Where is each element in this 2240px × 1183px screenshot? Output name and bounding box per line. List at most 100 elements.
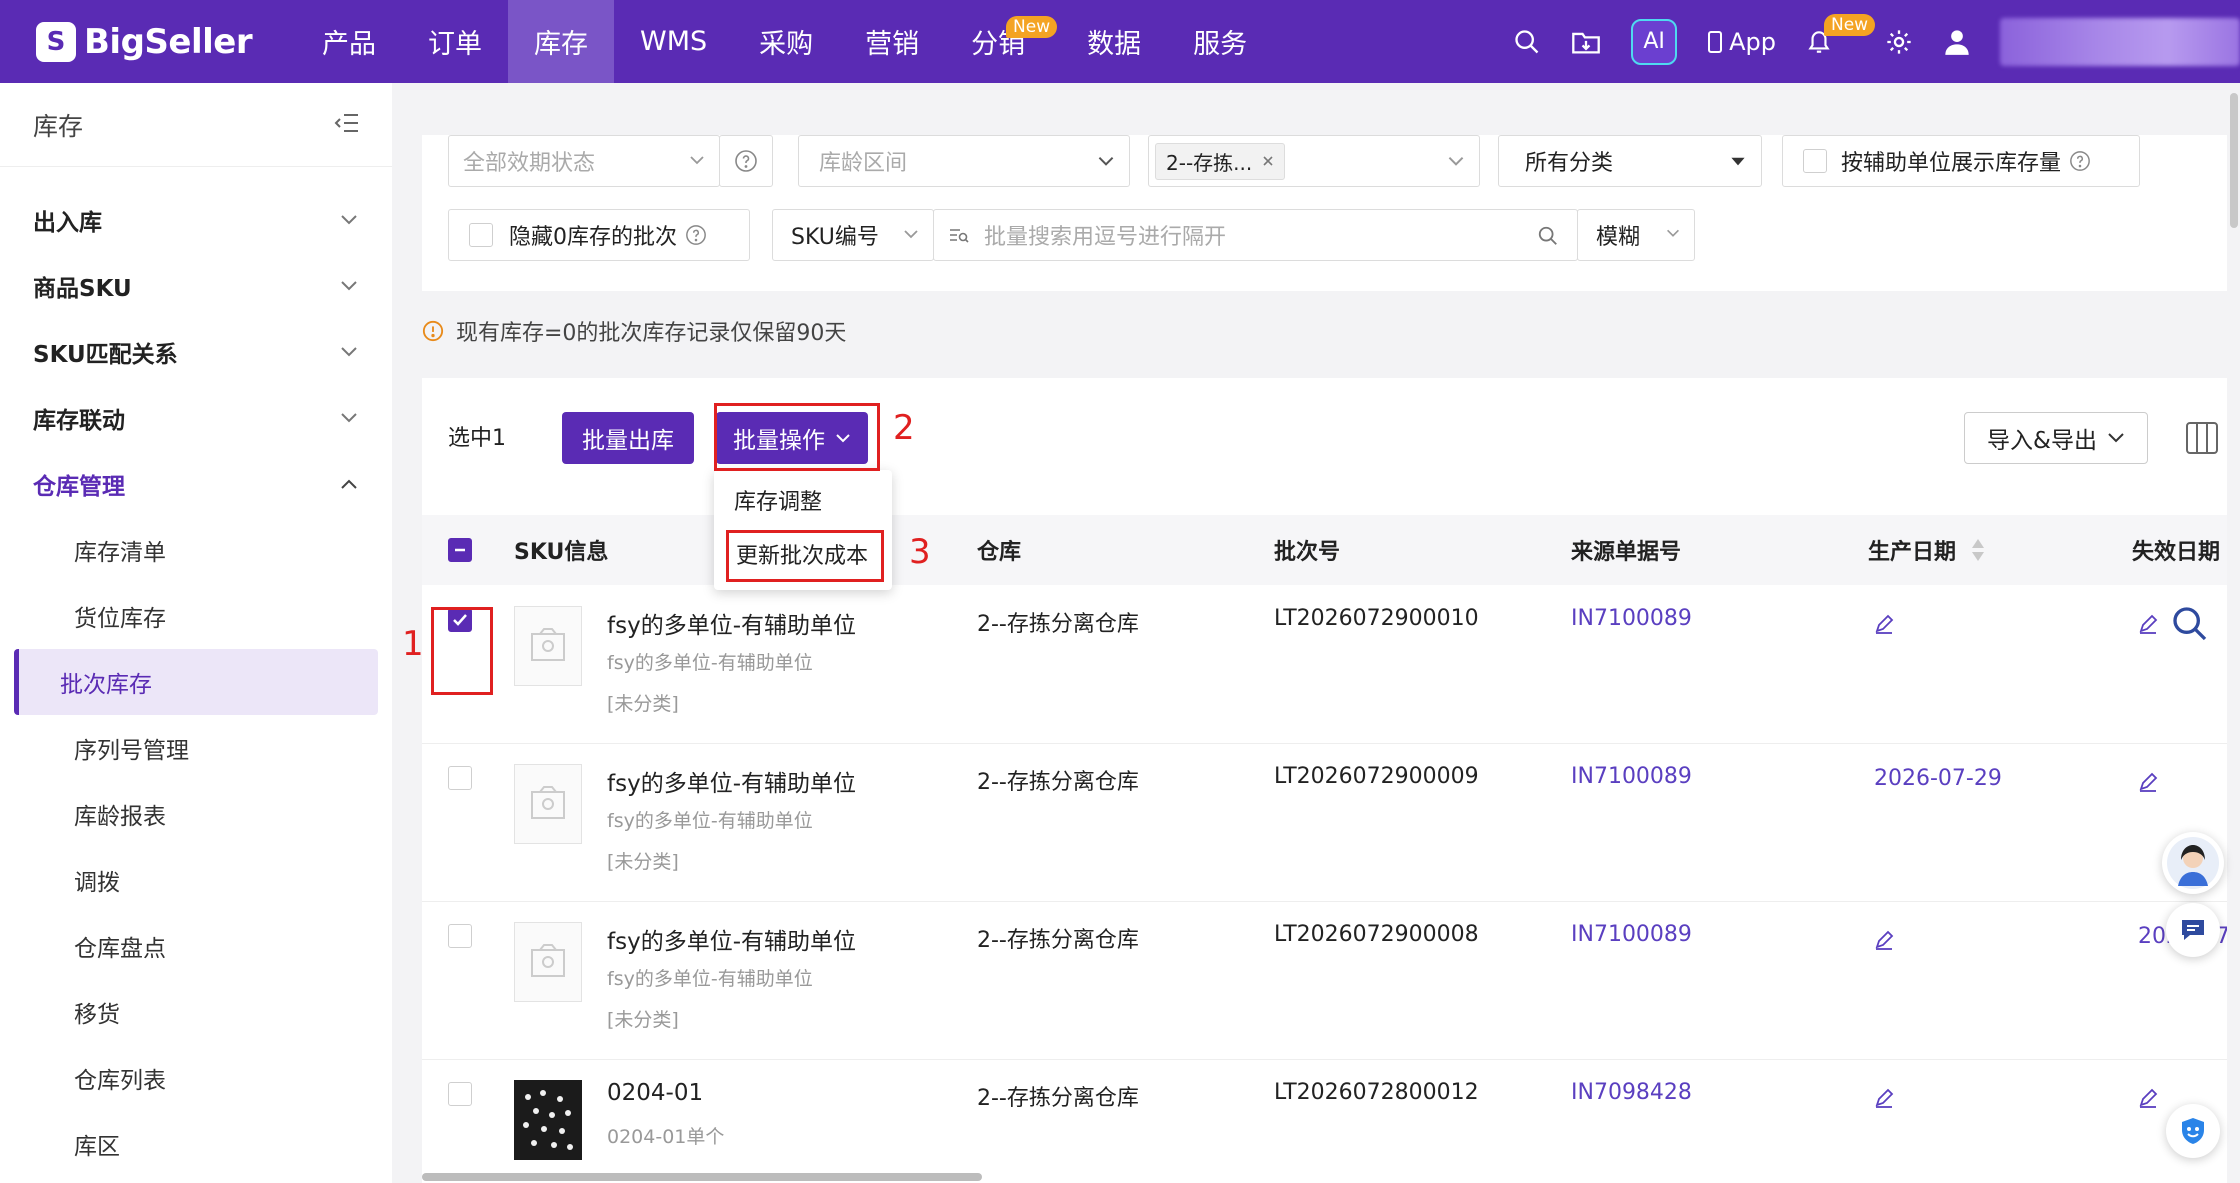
source-doc-link[interactable]: IN7100089 [1571, 606, 1692, 631]
row-checkbox[interactable] [448, 924, 472, 948]
user-account-name[interactable] [2000, 17, 2240, 66]
source-doc-link[interactable]: IN7098428 [1571, 1080, 1692, 1105]
row-checkbox[interactable] [448, 608, 472, 632]
chevron-down-icon [836, 434, 850, 443]
nav-item-marketing[interactable]: 营销 [839, 0, 945, 83]
match-mode-select[interactable]: 模糊 [1577, 209, 1695, 261]
batch-operations-button[interactable]: 批量操作 [716, 412, 868, 464]
vertical-scrollbar[interactable] [2230, 93, 2238, 228]
chat-icon[interactable] [2166, 903, 2220, 957]
sidebar-group-warehouse-mgmt[interactable]: 仓库管理 [0, 451, 392, 517]
import-export-button[interactable]: 导入&导出 [1964, 412, 2148, 464]
row-checkbox-cell[interactable] [448, 766, 472, 796]
caret-down-icon [1731, 157, 1745, 166]
sidebar-item-label: 库区 [74, 1134, 120, 1160]
sidebar-item-zones[interactable]: 库区 [14, 1111, 378, 1177]
edit-expiry-date-icon[interactable] [2138, 1088, 2158, 1114]
nav-item-distribution[interactable]: 分销 New [945, 0, 1058, 83]
search-icon[interactable] [1537, 225, 1559, 247]
sidebar-item-location-stock[interactable]: 货位库存 [14, 583, 378, 649]
batch-outbound-button[interactable]: 批量出库 [562, 412, 694, 464]
nav-item-purchase[interactable]: 采购 [733, 0, 839, 83]
support-avatar[interactable] [2162, 832, 2224, 894]
col-production-date[interactable]: 生产日期 [1868, 515, 1986, 585]
notification-bell-icon[interactable]: New [1806, 13, 1876, 56]
sidebar-item-move-goods[interactable]: 移货 [14, 979, 378, 1045]
chevron-down-icon [1448, 156, 1464, 166]
source-doc-link[interactable]: IN7100089 [1571, 922, 1692, 947]
edit-production-date-icon[interactable] [1874, 930, 1894, 956]
hide-zero-checkbox[interactable] [469, 223, 493, 247]
collapse-menu-icon[interactable] [334, 112, 360, 138]
sku-name[interactable]: fsy的多单位-有辅助单位 [607, 606, 856, 640]
sidebar-item-warehouse-list[interactable]: 仓库列表 [14, 1045, 378, 1111]
search-icon[interactable] [1513, 28, 1541, 56]
sort-icon[interactable] [1970, 537, 1986, 563]
question-circle-icon[interactable] [685, 224, 707, 246]
sku-name[interactable]: fsy的多单位-有辅助单位 [607, 764, 856, 798]
search-field-select[interactable]: SKU编号 [772, 209, 934, 261]
floating-search-icon[interactable] [2170, 604, 2210, 648]
row-checkbox-cell[interactable] [448, 608, 472, 632]
brand-name: BigSeller [84, 21, 253, 62]
sidebar-item-stock-list[interactable]: 库存清单 [14, 517, 378, 583]
sidebar-group-inout[interactable]: 出入库 [0, 187, 392, 253]
sidebar-item-batch-stock[interactable]: 批次库存 [14, 649, 378, 715]
chevron-down-icon [341, 281, 357, 291]
sku-subtitle: fsy的多单位-有辅助单位 [607, 968, 813, 990]
nav-item-products[interactable]: 产品 [296, 0, 402, 83]
selected-count: 选中1 [448, 426, 506, 451]
expiry-status-select[interactable]: 全部效期状态 [448, 135, 720, 187]
assistant-shield-icon[interactable] [2166, 1104, 2220, 1158]
ai-assistant-button[interactable]: AI [1631, 18, 1678, 65]
sidebar-item-age-report[interactable]: 库龄报表 [14, 781, 378, 847]
horizontal-scrollbar[interactable] [422, 1173, 982, 1181]
sidebar-group-sku-mapping[interactable]: SKU匹配关系 [0, 319, 392, 385]
ai-icon: AI [1631, 18, 1678, 65]
production-date-value[interactable]: 2026-07-29 [1874, 766, 2002, 791]
sidebar-item-transfer[interactable]: 调拨 [14, 847, 378, 913]
warehouse-tag[interactable]: 2--存拣... [1155, 142, 1286, 180]
close-icon[interactable] [1262, 155, 1274, 167]
aux-unit-toggle[interactable]: 按辅助单位展示库存量 [1782, 135, 2140, 187]
warehouse-tag-label: 2--存拣... [1166, 150, 1253, 175]
row-checkbox-cell[interactable] [448, 924, 472, 954]
edit-production-date-icon[interactable] [1874, 614, 1894, 640]
user-avatar-icon[interactable] [1943, 28, 1971, 56]
edit-production-date-icon[interactable] [1874, 1088, 1894, 1114]
sidebar-item-serial-numbers[interactable]: 序列号管理 [14, 715, 378, 781]
sku-name[interactable]: 0204-01 [607, 1080, 703, 1106]
menu-item-update-batch-cost[interactable]: 更新批次成本 [736, 538, 868, 570]
nav-item-inventory[interactable]: 库存 [508, 0, 614, 83]
category-select[interactable]: 所有分类 [1498, 135, 1762, 187]
nav-item-wms[interactable]: WMS [614, 0, 733, 83]
edit-expiry-date-icon[interactable] [2138, 772, 2158, 798]
column-settings-icon[interactable] [2184, 420, 2220, 460]
sku-search-input[interactable]: 批量搜索用逗号进行隔开 [933, 209, 1578, 261]
gear-icon[interactable] [1885, 28, 1913, 56]
nav-item-data[interactable]: 数据 [1061, 0, 1167, 83]
select-all-cell[interactable] [448, 515, 472, 585]
question-circle-icon[interactable] [2069, 150, 2091, 172]
stock-age-range-select[interactable]: 库龄区间 [798, 135, 1130, 187]
select-all-checkbox[interactable] [448, 538, 472, 562]
help-icon-box[interactable] [719, 135, 773, 187]
sku-name[interactable]: fsy的多单位-有辅助单位 [607, 922, 856, 956]
sidebar-group-sku[interactable]: 商品SKU [0, 253, 392, 319]
row-checkbox-cell[interactable] [448, 1082, 472, 1112]
warehouse-multiselect[interactable]: 2--存拣... [1148, 135, 1480, 187]
brand-logo[interactable]: S BigSeller [36, 21, 276, 62]
row-checkbox[interactable] [448, 766, 472, 790]
aux-unit-checkbox[interactable] [1803, 149, 1827, 173]
edit-expiry-date-icon[interactable] [2138, 614, 2158, 640]
sidebar-item-stocktake[interactable]: 仓库盘点 [14, 913, 378, 979]
row-checkbox[interactable] [448, 1082, 472, 1106]
sidebar-group-stock-sync[interactable]: 库存联动 [0, 385, 392, 451]
app-link[interactable]: App [1707, 28, 1776, 56]
hide-zero-toggle[interactable]: 隐藏0库存的批次 [448, 209, 750, 261]
nav-item-services[interactable]: 服务 [1167, 0, 1273, 83]
folder-download-icon[interactable] [1571, 28, 1601, 56]
source-doc-link[interactable]: IN7100089 [1571, 764, 1692, 789]
menu-item-stock-adjust[interactable]: 库存调整 [734, 484, 822, 516]
nav-item-orders[interactable]: 订单 [402, 0, 508, 83]
